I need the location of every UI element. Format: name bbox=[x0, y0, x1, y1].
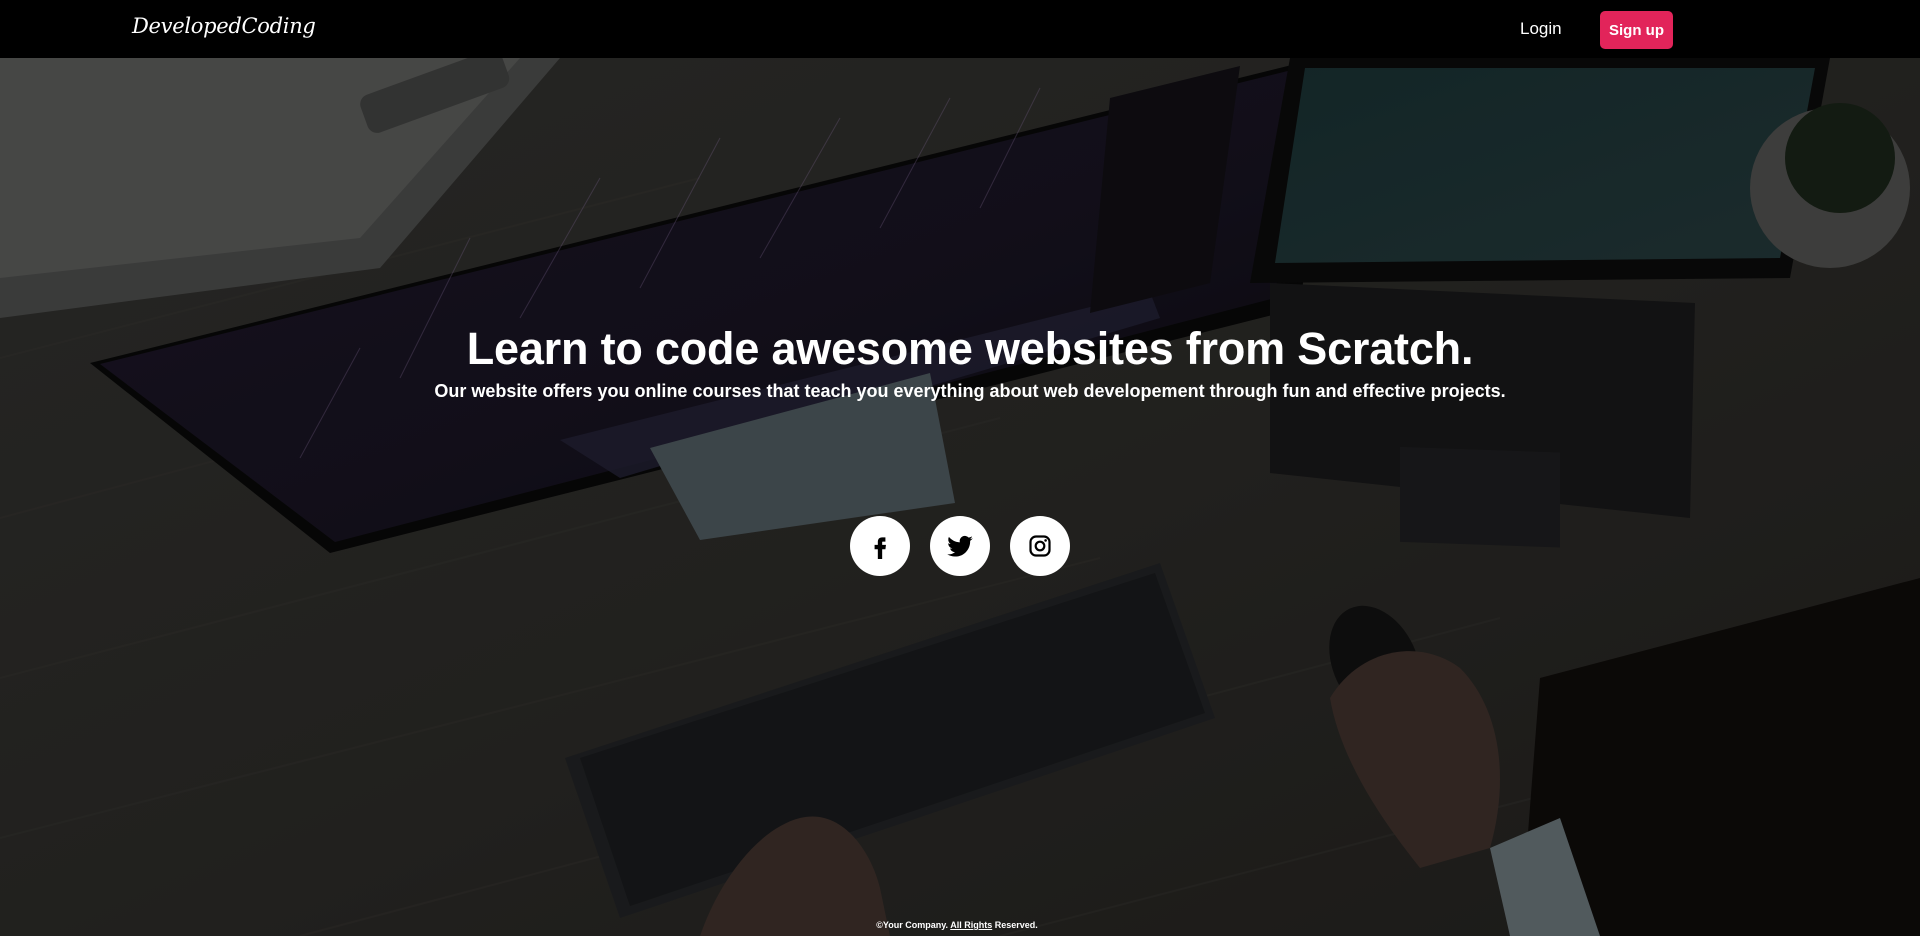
hero-title: Learn to code awesome websites from Scra… bbox=[466, 323, 1474, 374]
facebook-button[interactable] bbox=[850, 516, 910, 576]
instagram-button[interactable] bbox=[1010, 516, 1070, 576]
instagram-icon bbox=[1029, 535, 1051, 557]
hero-subtitle: Our website offers you online courses th… bbox=[434, 381, 1506, 401]
top-navbar: DevelopedCoding Login Sign up bbox=[0, 0, 1920, 58]
twitter-icon bbox=[947, 535, 973, 557]
footer-reserved-text: Reserved. bbox=[992, 920, 1038, 930]
hero-section: Learn to code awesome websites from Scra… bbox=[0, 58, 1920, 936]
landing-page: DevelopedCoding Login Sign up Learn to c… bbox=[0, 0, 1920, 936]
signup-button[interactable]: Sign up bbox=[1600, 11, 1673, 49]
login-link[interactable]: Login bbox=[1520, 19, 1562, 39]
site-logo[interactable]: DevelopedCoding bbox=[132, 14, 316, 38]
footer-company-text: ©Your Company. bbox=[876, 920, 951, 930]
hero-background-image bbox=[0, 58, 1920, 936]
facebook-icon bbox=[874, 537, 886, 559]
twitter-button[interactable] bbox=[930, 516, 990, 576]
social-links bbox=[850, 516, 1070, 576]
footer-rights-link[interactable]: All Rights bbox=[950, 920, 992, 930]
page-footer: ©Your Company. All Rights Reserved. bbox=[0, 920, 1914, 930]
